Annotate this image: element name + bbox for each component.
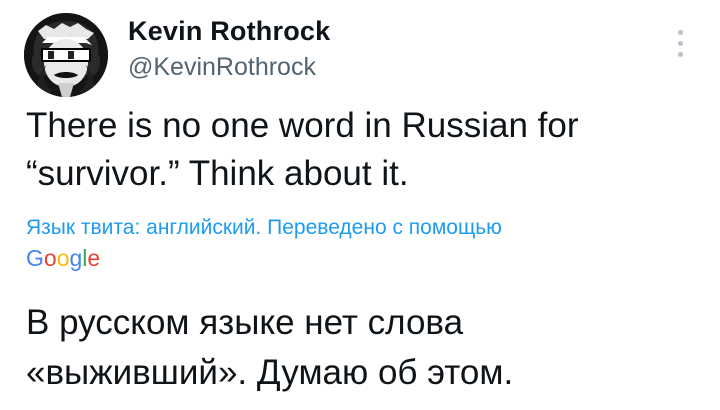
more-vertical-icon-dot [678, 41, 683, 46]
google-logo-letter: g [69, 245, 83, 271]
avatar[interactable] [24, 13, 108, 97]
google-logo-letter: e [87, 245, 101, 271]
google-logo: Google [26, 243, 100, 273]
more-vertical-icon-dot [678, 52, 683, 57]
avatar-icon [24, 13, 108, 97]
google-logo-letter: o [43, 245, 57, 271]
author-display-name[interactable]: Kevin Rothrock [128, 14, 330, 48]
author-block: Kevin Rothrock @KevinRothrock [128, 14, 330, 84]
translation-note[interactable]: Язык твита: английский. Переведено с пом… [26, 214, 706, 242]
google-logo-letter: o [56, 245, 70, 271]
author-handle[interactable]: @KevinRothrock [128, 50, 330, 84]
tweet-card: Kevin Rothrock @KevinRothrock There is n… [0, 0, 720, 410]
more-options-button[interactable] [670, 24, 690, 64]
translated-text: В русском языке нет слова «выживший». Ду… [26, 303, 514, 392]
more-vertical-icon [678, 30, 683, 35]
tweet-text: There is no one word in Russian for “sur… [26, 106, 579, 193]
google-logo-letter: G [26, 245, 44, 271]
